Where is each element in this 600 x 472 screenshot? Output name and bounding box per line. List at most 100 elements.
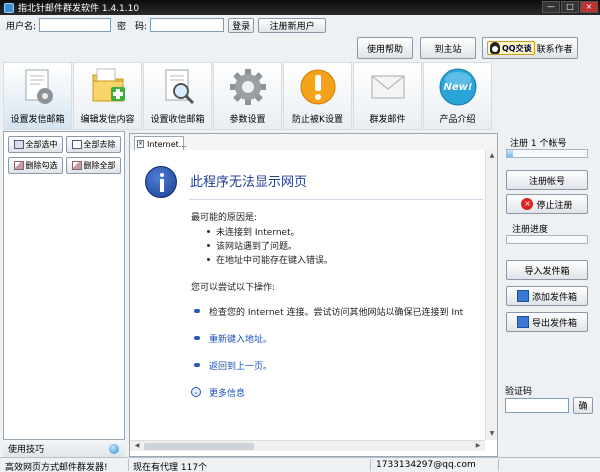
more-info-link[interactable]: 更多信息 [209,386,245,399]
cause-item: 该网站遇到了问题。 [216,242,298,252]
tips-bar[interactable]: 使用技巧 [3,439,125,457]
deselect-all-icon [71,140,82,149]
document-search-icon [165,69,194,105]
action-retype-address[interactable]: 重新键入地址。 [209,332,272,345]
stop-icon: × [521,198,534,210]
status-separator [498,459,499,471]
bullet [207,244,210,247]
export-accounts-button[interactable]: 导出发件箱 [506,312,588,332]
captcha-label: 验证码 [505,387,533,397]
actions-heading: 您可以尝试以下操作: [191,283,276,293]
action-check-connection: 检查您的 Internet 连接。尝试访问其他网站以确保已连接到 Int [209,308,464,318]
delete-all-button[interactable]: 删除全部 [66,157,121,174]
registered-accounts-label: 注册 1 个帐号 [510,139,567,149]
import-accounts-button[interactable]: 导入发件箱 [506,260,588,280]
captcha-confirm-button[interactable]: 确 [573,397,593,414]
captcha-input[interactable] [505,398,569,413]
contact-label: 联系作者 [536,44,573,55]
stop-register-button[interactable]: × 停止注册 [506,194,588,214]
info-icon [145,166,177,198]
mailbox-list-panel[interactable] [3,131,125,457]
scroll-left-icon[interactable]: ◀ [132,441,142,451]
status-slogan: 高效网页方式邮件群发器! [5,463,108,472]
error-page: 此程序无法显示网页 最可能的原因是: 未连接到 Internet。 该网站遇到了… [133,150,485,440]
register-user-button[interactable]: 注册新用户 [258,17,327,33]
status-separator [370,459,371,471]
eraser-icon [71,161,82,170]
login-button[interactable]: 登录 [228,17,255,33]
envelope-icon [371,75,404,99]
add-account-icon [516,290,529,302]
tool-label: 设置发信邮箱 [10,115,65,125]
status-bar: 高效网页方式邮件群发器! 现在有代理 117个 1733134297@qq.co… [0,457,600,472]
qq-badge: QQ交谈 [487,41,535,55]
tips-arrow-icon[interactable] [109,444,119,454]
scroll-up-icon[interactable]: ▲ [487,151,497,161]
error-title: 此程序无法显示网页 [190,175,308,190]
tool-sender-mailbox[interactable]: 设置发信邮箱 [3,62,72,130]
select-all-button[interactable]: 全部选中 [8,136,63,153]
deselect-all-label: 全部去除 [83,140,116,149]
status-email: 1733134297@qq.com [376,460,476,470]
bullet [207,258,210,261]
causes-heading: 最可能的原因是: [191,213,258,223]
action-bullet [194,336,200,340]
title-divider [189,199,483,200]
action-go-back-link[interactable]: 返回到上一页。 [209,359,272,372]
minimize-button[interactable]: — [542,1,560,13]
document-gear-icon [25,69,53,104]
register-account-button[interactable]: 注册帐号 [506,170,588,190]
eraser-icon [13,161,24,170]
password-label: 密 码: [117,21,148,32]
delete-checked-label: 删除勾选 [25,161,58,170]
cause-item: 在地址中可能存在键入错误。 [216,256,334,266]
export-account-icon [516,316,529,328]
tool-label: 设置收信邮箱 [150,115,205,125]
bullet [207,230,210,233]
help-button[interactable]: 使用帮助 [357,37,413,59]
vertical-scrollbar[interactable]: ▲ ▼ [485,150,497,440]
main-toolbar: 设置发信邮箱 编辑发信内容 设置收信邮箱 参数设置 防止被K设置 群发邮件 Ne… [0,62,600,130]
tool-anti-ban[interactable]: 防止被K设置 [283,62,352,130]
registration-count-bar [506,149,588,158]
scroll-right-icon[interactable]: ▶ [473,441,483,451]
tool-edit-content[interactable]: 编辑发信内容 [73,62,142,130]
username-label: 用户名: [6,21,37,32]
window-title: 指北针邮件群发软件 1.4.1.10 [18,4,140,14]
app-icon [4,2,14,13]
window-titlebar: 指北针邮件群发软件 1.4.1.10 — □ × [0,0,600,15]
browser-tab[interactable]: × Internet... [134,136,186,151]
register-progress-bar [506,235,588,244]
tool-recipient-mailbox[interactable]: 设置收信邮箱 [143,62,212,130]
tool-send-mail[interactable]: 群发邮件 [353,62,422,130]
horizontal-scroll-thumb[interactable] [144,443,254,450]
deselect-all-button[interactable]: 全部去除 [66,136,121,153]
chevron-down-icon[interactable]: ⌄ [191,387,201,397]
tool-parameters[interactable]: 参数设置 [213,62,282,130]
tool-label: 产品介绍 [439,115,476,125]
qq-penguin-icon [490,42,500,54]
contact-author-button[interactable]: QQ交谈 联系作者 [482,37,578,59]
close-button[interactable]: × [580,1,598,13]
folder-plus-icon [92,68,125,102]
delete-all-label: 删除全部 [83,161,116,170]
horizontal-scrollbar[interactable]: ◀ ▶ [130,440,485,451]
tool-product-intro[interactable]: New! 产品介绍 [423,62,492,130]
password-input[interactable] [150,18,225,32]
new-badge-text: New! [443,82,472,93]
scroll-down-icon[interactable]: ▼ [487,429,497,439]
username-input[interactable] [39,18,112,32]
tool-label: 参数设置 [229,115,266,125]
maximize-button[interactable]: □ [561,1,579,13]
register-progress-label: 注册进度 [512,225,549,235]
action-bullet [194,309,200,313]
delete-checked-button[interactable]: 删除勾选 [8,157,63,174]
login-bar: 用户名: 密 码: 登录 注册新用户 [0,15,600,35]
qq-badge-label: QQ交谈 [502,43,532,53]
add-account-button[interactable]: 添加发件箱 [506,286,588,306]
export-accounts-label: 导出发件箱 [531,318,577,329]
tab-close-icon[interactable]: × [137,140,145,148]
action-bullet [194,363,200,367]
add-account-label: 添加发件箱 [531,292,577,303]
home-button[interactable]: 到主站 [420,37,476,59]
